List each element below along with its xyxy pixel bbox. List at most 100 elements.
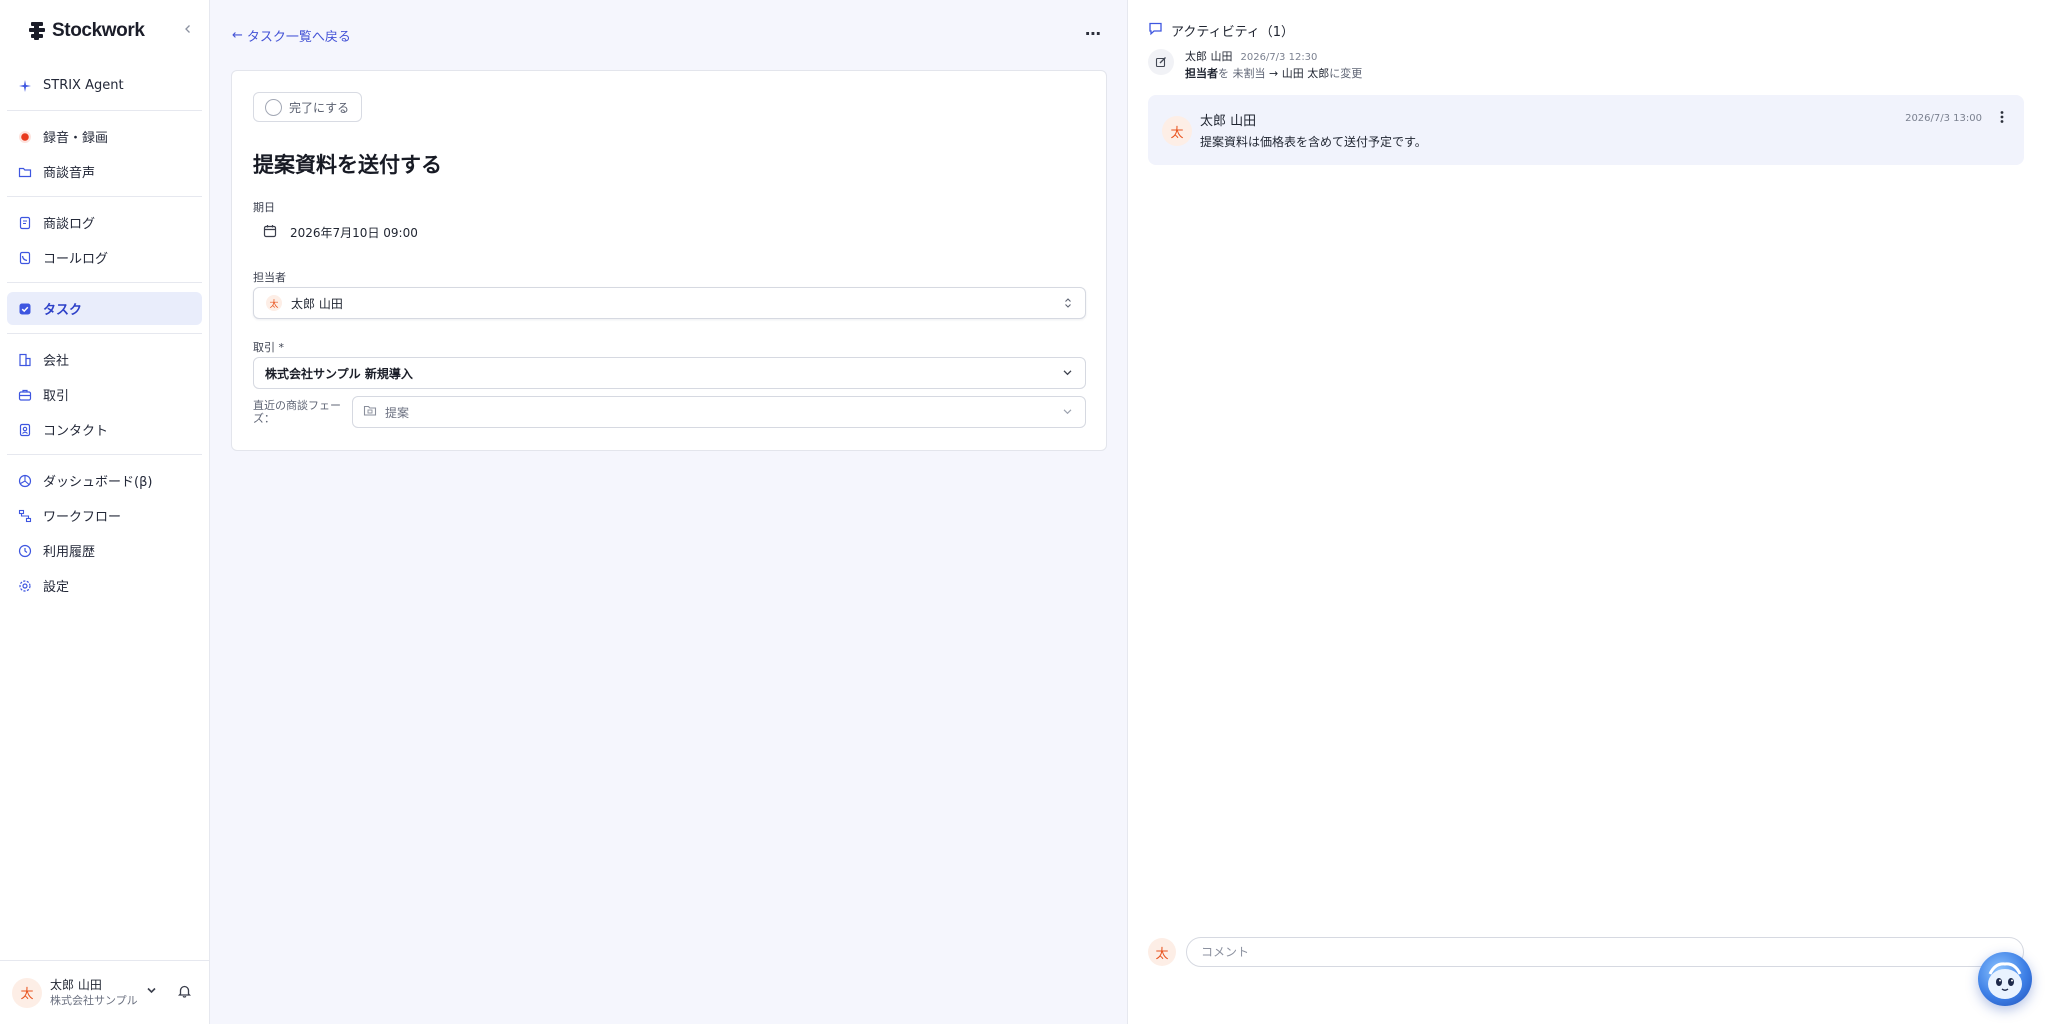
sidebar-item-workflow[interactable]: ワークフロー xyxy=(7,499,202,532)
stockwork-logo-icon xyxy=(29,22,45,40)
folder-icon xyxy=(18,165,32,179)
chevron-down-icon xyxy=(1062,367,1073,382)
sidebar-item-deals[interactable]: 取引 xyxy=(7,378,202,411)
activity-header: アクティビティ（1） xyxy=(1148,21,1294,40)
comment-menu-button[interactable] xyxy=(2000,109,2004,128)
sidebar-item-call-log[interactable]: コールログ xyxy=(7,241,202,274)
log-arrow: → xyxy=(1269,67,1279,80)
log-verb: を xyxy=(1218,67,1229,80)
record-icon xyxy=(18,130,32,144)
phone-log-icon xyxy=(18,251,32,265)
log-field: 担当者 xyxy=(1185,67,1218,80)
sidebar-item-settings[interactable]: 設定 xyxy=(7,569,202,602)
deal-label: 取引 * xyxy=(253,341,284,354)
contact-icon xyxy=(18,423,32,437)
sidebar: Stockwork STRIX Agent 録音・録画 商談音声 商談ログ コー… xyxy=(0,0,210,1024)
chevron-down-icon xyxy=(1062,406,1073,421)
deal-select[interactable]: 株式会社サンプル 新規導入 xyxy=(253,357,1086,389)
recent-phase-select[interactable]: 提案 xyxy=(352,396,1086,428)
brand-name: Stockwork xyxy=(52,20,145,41)
sidebar-item-meeting-audio[interactable]: 商談音声 xyxy=(7,155,202,188)
sidebar-nav: STRIX Agent 録音・録画 商談音声 商談ログ コールログ タスク 会社… xyxy=(0,62,209,960)
user-account[interactable]: 太 太郎 山田 株式会社サンプル xyxy=(0,960,209,1024)
log-suffix: に変更 xyxy=(1329,67,1363,80)
folder-icon xyxy=(363,404,377,421)
sidebar-item-label: ダッシュボード(β) xyxy=(43,475,153,490)
nav-divider xyxy=(7,110,202,111)
sidebar-item-meeting-log[interactable]: 商談ログ xyxy=(7,206,202,239)
sidebar-item-companies[interactable]: 会社 xyxy=(7,343,202,376)
comment-item: 太 太郎 山田 2026/7/3 13:00 提案資料は価格表を含めて送付予定で… xyxy=(1148,95,2024,165)
brand: Stockwork xyxy=(0,0,209,62)
sidebar-item-label: 録音・録画 xyxy=(43,131,109,146)
notifications-button[interactable] xyxy=(177,984,192,1002)
calendar-icon xyxy=(263,224,277,241)
sidebar-item-recording[interactable]: 録音・録画 xyxy=(7,120,202,153)
sidebar-item-label: タスク xyxy=(43,303,83,318)
activity-title: アクティビティ（1） xyxy=(1171,25,1295,40)
check-square-icon xyxy=(18,302,32,316)
sidebar-item-tasks[interactable]: タスク xyxy=(7,292,202,325)
dashboard-icon xyxy=(18,474,32,488)
user-info: 太郎 山田 株式会社サンプル xyxy=(50,977,138,1009)
sparkle-icon xyxy=(18,79,32,93)
comment-composer: 太 xyxy=(1148,937,2024,967)
more-options-button[interactable]: ⋯ xyxy=(1085,24,1102,43)
nav-divider xyxy=(7,282,202,283)
collapse-sidebar-button[interactable] xyxy=(179,20,197,38)
log-from-value: 未割当 xyxy=(1232,67,1266,80)
nav-divider xyxy=(7,333,202,334)
assignee-label: 担当者 xyxy=(253,271,286,284)
sidebar-item-label: ワークフロー xyxy=(43,510,122,525)
mark-complete-label: 完了にする xyxy=(289,100,350,115)
avatar: 太 xyxy=(1148,938,1176,966)
sidebar-item-label: 商談ログ xyxy=(43,217,96,232)
sidebar-item-label: コンタクト xyxy=(43,424,109,439)
assistant-chat-button[interactable] xyxy=(1978,952,2032,1006)
mark-complete-button[interactable]: 完了にする xyxy=(253,92,362,122)
app-root: Stockwork STRIX Agent 録音・録画 商談音声 商談ログ コー… xyxy=(0,0,2048,1024)
user-name: 太郎 山田 xyxy=(50,977,102,992)
comment-timestamp: 2026/7/3 13:00 xyxy=(1905,113,1982,124)
history-icon xyxy=(18,544,32,558)
back-link-label: タスク一覧へ戻る xyxy=(246,30,351,45)
sidebar-item-label: 設定 xyxy=(43,580,70,595)
bell-icon xyxy=(177,985,192,998)
task-detail: ← タスク一覧へ戻る ⋯ 完了にする 提案資料を送付する 期日 2026年7月1… xyxy=(210,0,1128,1024)
log-to-value: 山田 太郎 xyxy=(1281,67,1330,80)
chevron-left-icon xyxy=(185,25,190,33)
sidebar-item-strix-agent[interactable]: STRIX Agent xyxy=(7,69,202,102)
building-icon xyxy=(18,353,32,367)
account-menu-button[interactable] xyxy=(146,985,157,1000)
sidebar-item-contacts[interactable]: コンタクト xyxy=(7,413,202,446)
comment-input[interactable] xyxy=(1186,937,2024,967)
task-card: 完了にする 提案資料を送付する 期日 2026年7月10日 09:00 担当者 … xyxy=(231,70,1107,451)
circle-icon xyxy=(265,98,282,116)
edit-icon xyxy=(1148,49,1174,75)
arrow-left-icon: ← xyxy=(232,28,243,43)
workflow-icon xyxy=(18,509,32,523)
sidebar-item-usage-history[interactable]: 利用履歴 xyxy=(7,534,202,567)
comment-body: 提案資料は価格表を含めて送付予定です。 xyxy=(1200,135,1427,149)
sidebar-item-label: コールログ xyxy=(43,252,109,267)
avatar: 太 xyxy=(1162,116,1192,146)
deal-value: 株式会社サンプル 新規導入 xyxy=(265,366,413,381)
document-icon xyxy=(18,216,32,230)
task-title[interactable]: 提案資料を送付する xyxy=(253,149,442,179)
assignee-select[interactable]: 太 太郎 山田 xyxy=(253,287,1086,319)
gear-icon xyxy=(18,579,32,593)
nav-divider xyxy=(7,196,202,197)
due-date-field[interactable]: 2026年7月10日 09:00 xyxy=(263,224,418,241)
log-author: 太郎 山田 xyxy=(1185,50,1233,63)
sidebar-item-label: 利用履歴 xyxy=(43,545,96,560)
due-date-label: 期日 xyxy=(253,201,275,214)
sidebar-item-label: STRIX Agent xyxy=(43,78,124,93)
activity-log-text: 太郎 山田 2026/7/3 12:30 担当者を 未割当 → 山田 太郎に変更 xyxy=(1185,49,1362,82)
back-to-task-list-link[interactable]: ← タスク一覧へ戻る xyxy=(232,26,351,45)
nav-divider xyxy=(7,454,202,455)
sidebar-item-label: 取引 xyxy=(43,389,70,404)
sidebar-item-dashboard[interactable]: ダッシュボード(β) xyxy=(7,464,202,497)
activity-log-item: 太郎 山田 2026/7/3 12:30 担当者を 未割当 → 山田 太郎に変更 xyxy=(1148,49,1362,82)
activity-panel: アクティビティ（1） 太郎 山田 2026/7/3 12:30 担当者を 未割当 … xyxy=(1128,0,2048,1024)
comment-icon xyxy=(1148,21,1163,40)
